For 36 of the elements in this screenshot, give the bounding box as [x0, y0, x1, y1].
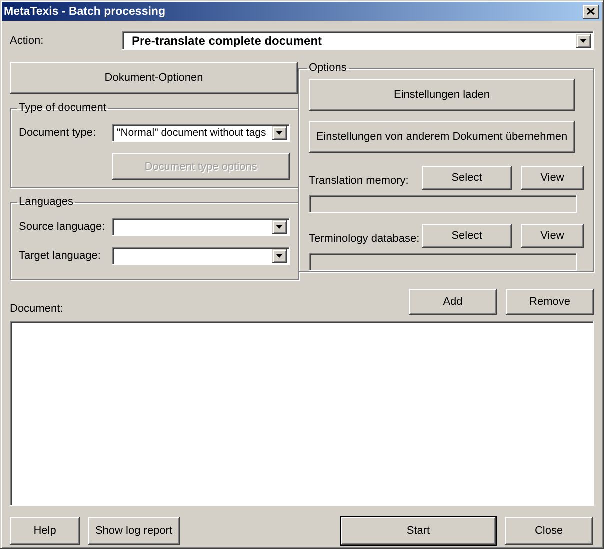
language-dropdown[interactable] — [112, 247, 290, 265]
select-button[interactable]: Select — [422, 224, 512, 248]
field-label: Document type: — [19, 127, 98, 139]
settings-button[interactable]: Einstellungen laden — [309, 79, 575, 111]
remove-button[interactable]: Remove — [506, 289, 594, 315]
field-label: Action: — [10, 34, 45, 46]
caret-icon — [276, 254, 283, 258]
add-button[interactable]: Add — [409, 289, 497, 315]
footer-button[interactable]: Start — [341, 517, 496, 545]
close-icon — [587, 8, 595, 15]
view-button[interactable]: View — [521, 166, 584, 190]
settings-button[interactable]: Einstellungen von anderem Dokument übernehmen — [309, 121, 575, 153]
footer-button[interactable]: Close — [505, 517, 593, 545]
caret-icon — [580, 38, 587, 42]
select-button[interactable]: Select — [422, 166, 512, 190]
path-field[interactable] — [309, 195, 577, 213]
document-options-button[interactable]: Dokument-Optionen — [10, 62, 298, 94]
group-title: Type of document — [18, 102, 108, 114]
close-button[interactable] — [583, 4, 599, 18]
caret-icon — [276, 131, 283, 135]
path-field[interactable] — [309, 253, 577, 271]
field-label: Source language: — [19, 221, 106, 233]
footer-button[interactable]: Help — [10, 517, 80, 545]
footer-button[interactable]: Show log report — [88, 517, 180, 545]
caret-icon — [276, 225, 283, 229]
language-dropdown[interactable] — [112, 218, 290, 236]
window-title: MetaTexis - Batch processing — [4, 6, 166, 18]
field-label: Terminology database: — [309, 233, 421, 247]
view-button[interactable]: View — [521, 224, 584, 248]
group-title: Options — [308, 62, 348, 74]
field-label: Translation memory: — [309, 175, 410, 189]
field-label: Document: — [10, 303, 64, 315]
action-dropdown[interactable]: Pre-translate complete document — [122, 31, 594, 50]
field-label: Target language: — [19, 250, 102, 262]
group-title: Languages — [18, 196, 74, 208]
document-type-dropdown[interactable]: "Normal" document without tags — [112, 124, 290, 142]
